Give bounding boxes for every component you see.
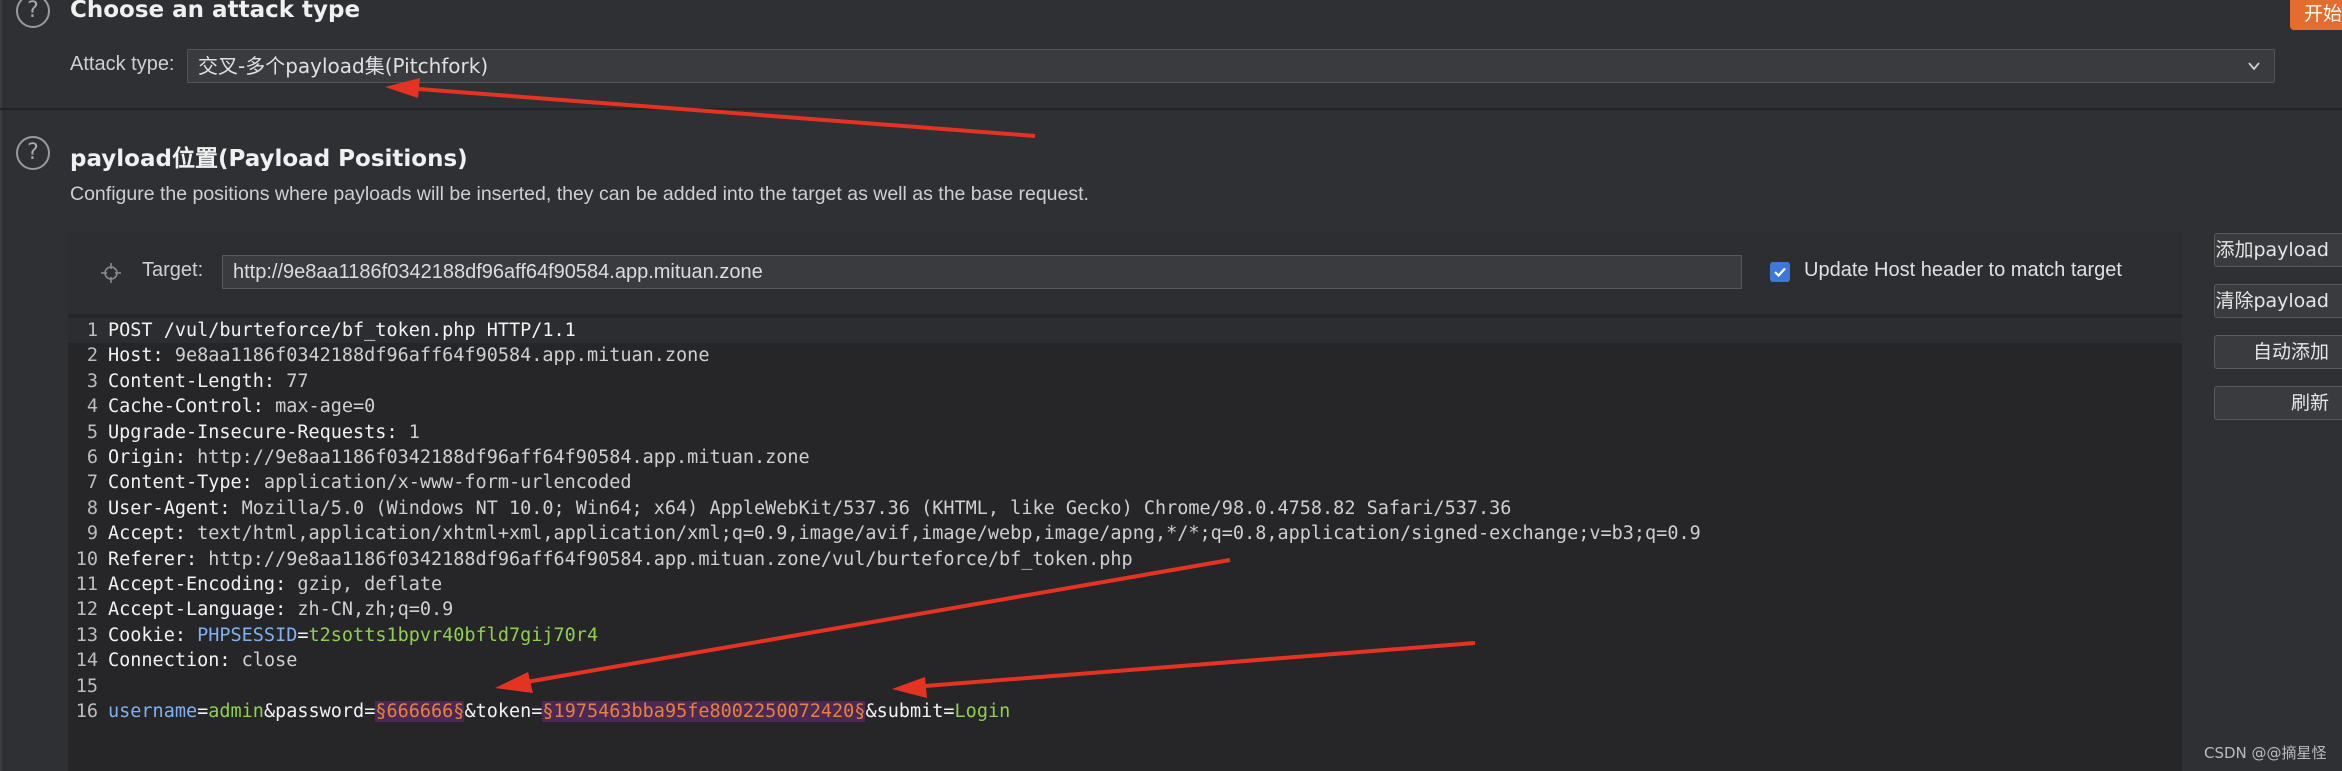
request-line: 11 Accept-Encoding: gzip, deflate [68, 572, 2182, 597]
line-number: 8 [86, 497, 98, 519]
chevron-down-icon [2248, 62, 2260, 71]
request-line: 8 User-Agent: Mozilla/5.0 (Windows NT 10.… [68, 496, 2182, 521]
line-number: 4 [86, 396, 98, 418]
positions-description: Configure the positions where payloads w… [70, 183, 1089, 205]
line-number: 14 [75, 650, 98, 672]
watermark: CSDN @@摘星怪 [2204, 744, 2327, 762]
side-button-2[interactable]: 自动添加payload [2214, 335, 2342, 369]
header-key: Upgrade-Insecure-Requests: [108, 421, 398, 443]
header-value: http://9e8aa1186f0342188df96aff64f90584.… [185, 447, 810, 468]
line-number: 6 [86, 447, 98, 468]
header-key: POST /vul/burteforce/bf_token.php HTTP/1… [108, 320, 576, 341]
line-number: 15 [75, 675, 98, 697]
header-key: Cookie: [108, 624, 186, 646]
request-line: 7 Content-Type: application/x-www-form-ur… [68, 470, 2182, 495]
line-number: 9 [86, 523, 98, 545]
cookie-value: t2sotts1bpvr40bfld7gij70r4 [308, 624, 599, 646]
request-line: 14 Connection: close [68, 648, 2182, 673]
header-key: Connection: [108, 650, 231, 672]
header-value: text/html,application/xhtml+xml,applicat… [185, 523, 1701, 545]
side-button-1[interactable]: 清除payload [2214, 284, 2342, 318]
target-url-input[interactable]: http://9e8aa1186f0342188df96aff64f90584.… [222, 255, 1742, 289]
header-key: Accept-Encoding: [108, 574, 287, 595]
request-line: 2 Host: 9e8aa1186f0342188df96aff64f90584.… [68, 343, 2182, 368]
header-key: Accept: [108, 523, 186, 545]
header-value: 77 [275, 370, 309, 392]
help-icon[interactable]: ? [16, 136, 50, 170]
header-key: Referer: [108, 548, 198, 570]
header-value: http://9e8aa1186f0342188df96aff64f90584.… [197, 548, 1133, 570]
crosshair-icon [101, 263, 121, 283]
header-key: Accept-Language: [108, 599, 287, 621]
line-number: 16 [75, 701, 98, 722]
header-value: application/x-www-form-urlencoded [252, 472, 632, 494]
side-button-3[interactable]: 刷新 [2214, 386, 2342, 420]
target-label: Target: [142, 259, 204, 281]
header-key: User-Agent: [108, 497, 231, 519]
help-icon[interactable]: ? [16, 0, 50, 28]
header-value: max-age=0 [263, 396, 376, 418]
request-line: 10 Referer: http://9e8aa1186f0342188df96a… [68, 547, 2182, 572]
body-param-submit: &submit= [865, 701, 955, 722]
body-value-submit: Login [954, 701, 1011, 722]
request-editor[interactable]: 1 POST /vul/burteforce/bf_token.php HTTP/… [68, 318, 2182, 771]
update-host-checkbox[interactable] [1770, 262, 1790, 282]
line-number: 3 [86, 370, 98, 392]
request-line: 15 [68, 674, 2182, 699]
request-line: 6 Origin: http://9e8aa1186f0342188df96aff… [68, 445, 2182, 470]
side-button-0[interactable]: 添加payload [2214, 233, 2342, 267]
header-value: 9e8aa1186f0342188df96aff64f90584.app.mit… [163, 345, 710, 367]
line-number: 2 [86, 345, 98, 367]
attack-type-select[interactable]: 交叉-多个payload集(Pitchfork) [187, 49, 2275, 83]
line-number: 1 [86, 320, 98, 341]
line-number: 13 [75, 624, 98, 646]
attack-type-value: 交叉-多个payload集(Pitchfork) [198, 54, 489, 78]
body-value-username: admin [208, 701, 264, 722]
header-value: 1 [397, 421, 420, 443]
header-key: Host: [108, 345, 164, 367]
request-line-body: 16 username=admin&password=§666666§&token… [68, 699, 2182, 724]
line-number: 11 [75, 574, 98, 595]
header-key: Content-Type: [108, 472, 253, 494]
line-number: 10 [75, 548, 98, 570]
payload-marker-token[interactable]: §1975463bba95fe8002250072420§ [542, 701, 866, 722]
header-value: Mozilla/5.0 (Windows NT 10.0; Win64; x64… [230, 497, 1512, 519]
cookie-name: PHPSESSID [197, 624, 298, 646]
header-key: Cache-Control: [108, 396, 264, 418]
positions-section-title: payload位置(Payload Positions) [70, 146, 468, 172]
arrow-attack-type [385, 78, 1036, 138]
header-key: Content-Length: [108, 370, 276, 392]
request-line: 13 Cookie: PHPSESSID=t2sotts1bpvr40bfld7g… [68, 623, 2182, 648]
request-line: 3 Content-Length: 77 [68, 369, 2182, 394]
line-number: 5 [86, 421, 98, 443]
attack-section-title: Choose an attack type [70, 0, 361, 23]
update-host-label: Update Host header to match target [1804, 259, 2122, 281]
header-value: gzip, deflate [286, 574, 443, 595]
left-border [0, 0, 2, 771]
request-line: 12 Accept-Language: zh-CN,zh;q=0.9 [68, 597, 2182, 622]
body-param-password: &password= [263, 701, 376, 722]
payload-marker-password[interactable]: §666666§ [375, 701, 465, 722]
request-line: 9 Accept: text/html,application/xhtml+xml… [68, 521, 2182, 546]
header-value: close [230, 650, 298, 672]
line-number: 12 [75, 599, 98, 621]
header-key: Origin: [108, 447, 186, 468]
header-value: zh-CN,zh;q=0.9 [286, 599, 454, 621]
body-param-username: username [108, 701, 198, 722]
request-line: 5 Upgrade-Insecure-Requests: 1 [68, 420, 2182, 445]
line-number: 7 [86, 472, 98, 494]
request-line: 1 POST /vul/burteforce/bf_token.php HTTP/… [68, 318, 2182, 344]
attack-type-label: Attack type: [70, 53, 175, 75]
section-divider [0, 108, 2342, 110]
start-attack-button[interactable]: 开始 [2290, 0, 2342, 30]
checkmark-icon [1774, 267, 1786, 278]
body-param-token: &token= [464, 701, 543, 722]
request-line: 4 Cache-Control: max-age=0 [68, 394, 2182, 419]
